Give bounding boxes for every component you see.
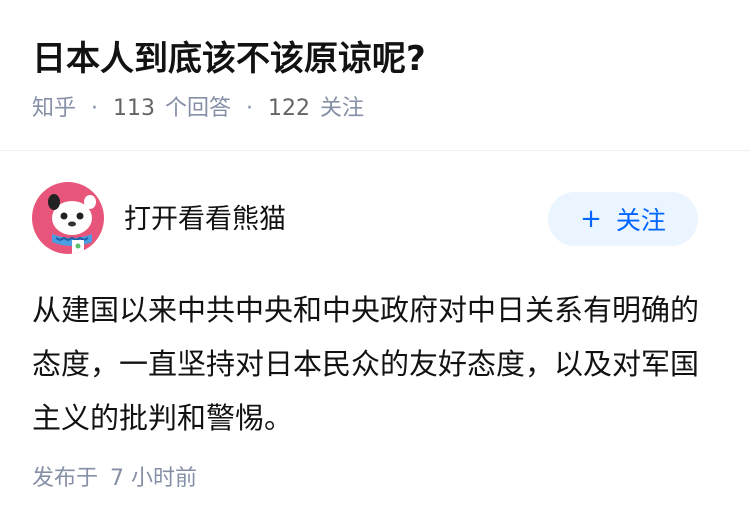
answer-page: 日本人到底该不该原谅呢? 知乎 · 113 个回答 · 122 关注 打开看看熊… bbox=[0, 0, 750, 530]
follow-button-label: 关注 bbox=[615, 206, 666, 235]
answer-content[interactable]: 从建国以来中共中央和中央政府对中日关系有明确的态度，一直坚持对日本民众的友好态度… bbox=[32, 283, 722, 445]
author-row: 打开看看熊猫 + 关注 bbox=[0, 182, 750, 260]
question-title[interactable]: 日本人到底该不该原谅呢? bbox=[32, 34, 426, 84]
follower-count: 122 bbox=[268, 96, 311, 121]
source-label[interactable]: 知乎 bbox=[32, 92, 76, 126]
meta-separator: · bbox=[91, 96, 99, 121]
answer-count: 113 bbox=[113, 96, 156, 121]
panda-avatar-icon[interactable] bbox=[32, 182, 104, 254]
author-name[interactable]: 打开看看熊猫 bbox=[124, 200, 286, 240]
plus-icon: + bbox=[580, 204, 602, 234]
meta-separator: · bbox=[246, 96, 254, 121]
question-header: 日本人到底该不该原谅呢? 知乎 · 113 个回答 · 122 关注 bbox=[0, 0, 750, 151]
publish-time-value: 7 小时前 bbox=[110, 466, 198, 491]
publish-time: 发布于 7 小时前 bbox=[32, 462, 197, 496]
question-meta: 知乎 · 113 个回答 · 122 关注 bbox=[32, 92, 364, 126]
answer-count-label: 个回答 bbox=[165, 96, 232, 121]
follow-button[interactable]: + 关注 bbox=[548, 192, 698, 246]
follower-count-label: 关注 bbox=[320, 96, 365, 121]
publish-prefix: 发布于 bbox=[32, 466, 99, 491]
